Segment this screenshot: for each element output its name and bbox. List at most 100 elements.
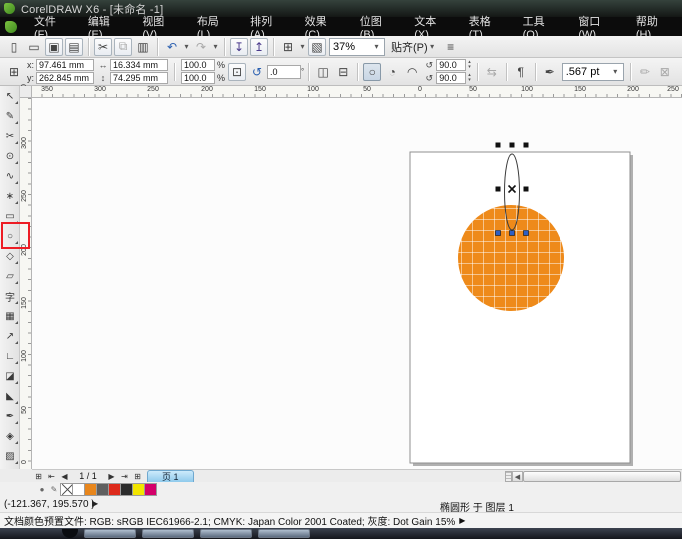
paste-icon[interactable]: ▥: [134, 38, 152, 56]
change-direction-icon[interactable]: ⇆: [483, 63, 501, 81]
ruler-label: 100: [521, 86, 533, 93]
outline-pen-tool[interactable]: ✒: [2, 408, 18, 424]
convert-to-curve-icon[interactable]: ✏: [636, 63, 654, 81]
mirror-horizontal-icon[interactable]: ◫: [314, 63, 332, 81]
page-tab[interactable]: 页 1: [147, 470, 194, 482]
options-icon[interactable]: ≡: [442, 38, 460, 56]
selection-handle[interactable]: [523, 142, 529, 148]
undo-dropdown-icon[interactable]: ▾: [182, 42, 191, 51]
lock-ratio-icon[interactable]: ⊡: [228, 62, 247, 81]
ruler-label: 200: [627, 86, 639, 93]
redo-icon[interactable]: ↷: [192, 38, 210, 56]
status-expand-icon[interactable]: ▶: [92, 499, 98, 508]
drawing-canvas[interactable]: [32, 98, 682, 469]
y-position-field[interactable]: 262.845 mm: [36, 72, 94, 84]
next-page-icon[interactable]: ▶: [105, 470, 118, 482]
previous-page-icon[interactable]: ◀: [58, 470, 71, 482]
scrollbar-splitter-handle[interactable]: [505, 471, 512, 482]
end-angle-field[interactable]: 90.0: [436, 72, 467, 84]
freehand-tool[interactable]: ∿: [2, 168, 18, 184]
rotation-angle-field[interactable]: .0: [267, 64, 302, 79]
blend-tool[interactable]: ◪: [2, 368, 18, 384]
scroll-left-icon[interactable]: ◀: [512, 471, 523, 482]
add-page-end-icon[interactable]: ⊞: [131, 470, 144, 482]
smart-fill-tool[interactable]: ∗: [2, 188, 18, 204]
snap-to-button[interactable]: 贴齐(P) ▾: [387, 39, 441, 55]
text-wrap-icon[interactable]: ¶: [512, 63, 530, 81]
cut-icon[interactable]: ✂: [94, 37, 112, 56]
taskbar-button[interactable]: [258, 529, 310, 538]
interactive-fill-tool[interactable]: ▨: [2, 448, 18, 464]
application-launcher-icon[interactable]: ⊞: [279, 38, 297, 56]
add-page-start-icon[interactable]: ⊞: [32, 470, 45, 482]
ruler-label: 250: [147, 86, 159, 93]
scale-h-field[interactable]: 100.0: [181, 59, 215, 71]
palette-flyout-icon[interactable]: ●: [36, 484, 48, 496]
eyedropper-tool[interactable]: ◣: [2, 388, 18, 404]
basic-shapes-tool[interactable]: ▱: [2, 268, 18, 284]
save-icon[interactable]: ▣: [45, 37, 63, 56]
print-icon[interactable]: ▤: [65, 37, 83, 56]
pick-tool[interactable]: ↖: [2, 88, 18, 104]
standard-toolbar: ▯ ▭ ▣ ▤ ✂ ⧉ ▥ ↶ ▾ ↷ ▾ ↧ ↥ ⊞ ▾ ▧ 37% ▾ 贴齐…: [0, 36, 682, 58]
horizontal-ruler[interactable]: 350 300 250 200 150 100 50 0 50 100 150 …: [20, 86, 682, 98]
taskbar-button[interactable]: [84, 529, 136, 538]
export-icon[interactable]: ↥: [250, 37, 268, 56]
welcome-screen-icon[interactable]: ▧: [308, 37, 326, 56]
import-icon[interactable]: ↧: [230, 37, 248, 56]
connector-tool[interactable]: ∟: [2, 348, 18, 364]
spinner-icon[interactable]: ▴ ▾: [468, 73, 471, 83]
palette-eyedropper-icon[interactable]: ✎: [48, 484, 60, 496]
ruler-label: 250: [21, 190, 28, 202]
last-page-icon[interactable]: ⇥: [118, 470, 131, 482]
fill-tool[interactable]: ◈: [2, 428, 18, 444]
percent-label: %: [217, 60, 226, 70]
selection-handle[interactable]: [509, 142, 515, 148]
ruler-origin-button[interactable]: [20, 86, 32, 98]
selection-handle[interactable]: [523, 186, 529, 192]
scale-v-field[interactable]: 100.0: [181, 72, 215, 84]
close-curve-icon[interactable]: ⊠: [656, 63, 674, 81]
first-page-icon[interactable]: ⇤: [45, 470, 58, 482]
open-document-icon[interactable]: ▭: [25, 38, 43, 56]
table-tool[interactable]: ▦: [2, 308, 18, 324]
crop-tool[interactable]: ✂: [2, 128, 18, 144]
zoom-tool[interactable]: ⊙: [2, 148, 18, 164]
node-handle[interactable]: [509, 230, 515, 236]
dimension-tool[interactable]: ↗: [2, 328, 18, 344]
ellipse-mode-button[interactable]: ○: [363, 62, 382, 81]
pie-mode-button[interactable]: ◔: [383, 63, 401, 81]
separator: [157, 37, 158, 56]
shape-tool[interactable]: ✎: [2, 108, 18, 124]
outline-width-combo[interactable]: .567 pt ▾: [561, 62, 624, 81]
scrollbar-thumb[interactable]: [523, 471, 681, 482]
copy-icon[interactable]: ⧉: [114, 37, 132, 56]
rotation-icon: ↺: [251, 64, 263, 79]
taskbar-button[interactable]: [142, 529, 194, 538]
undo-icon[interactable]: ↶: [163, 38, 181, 56]
profile-expand-icon[interactable]: ▶: [459, 516, 465, 525]
separator: [357, 62, 359, 81]
polygon-tool[interactable]: ◇: [2, 248, 18, 264]
text-tool[interactable]: 字: [2, 288, 18, 304]
arc-mode-button[interactable]: ◠: [403, 63, 421, 81]
selection-handle[interactable]: [495, 142, 501, 148]
zoom-level-combo[interactable]: 37% ▾: [329, 37, 385, 56]
spinner-icon[interactable]: ▴ ▾: [468, 60, 471, 70]
start-button[interactable]: [62, 529, 78, 538]
object-width-field[interactable]: 16.334 mm: [110, 59, 168, 71]
vertical-ruler[interactable]: 350 300 250 200 150 100 50 0: [20, 84, 32, 469]
horizontal-scrollbar: ◀: [505, 471, 681, 482]
object-height-field[interactable]: 74.295 mm: [110, 72, 168, 84]
new-document-icon[interactable]: ▯: [5, 38, 23, 56]
taskbar-button[interactable]: [200, 529, 252, 538]
node-handle[interactable]: [523, 230, 529, 236]
redo-dropdown-icon[interactable]: ▾: [211, 42, 220, 51]
x-position-field[interactable]: 97.461 mm: [36, 59, 94, 71]
color-swatch-magenta[interactable]: [144, 483, 157, 496]
start-angle-field[interactable]: 90.0: [436, 59, 467, 71]
node-handle[interactable]: [495, 230, 501, 236]
selection-handle[interactable]: [495, 186, 501, 192]
mirror-vertical-icon[interactable]: ⊟: [334, 63, 352, 81]
launcher-dropdown-icon[interactable]: ▾: [298, 42, 307, 51]
